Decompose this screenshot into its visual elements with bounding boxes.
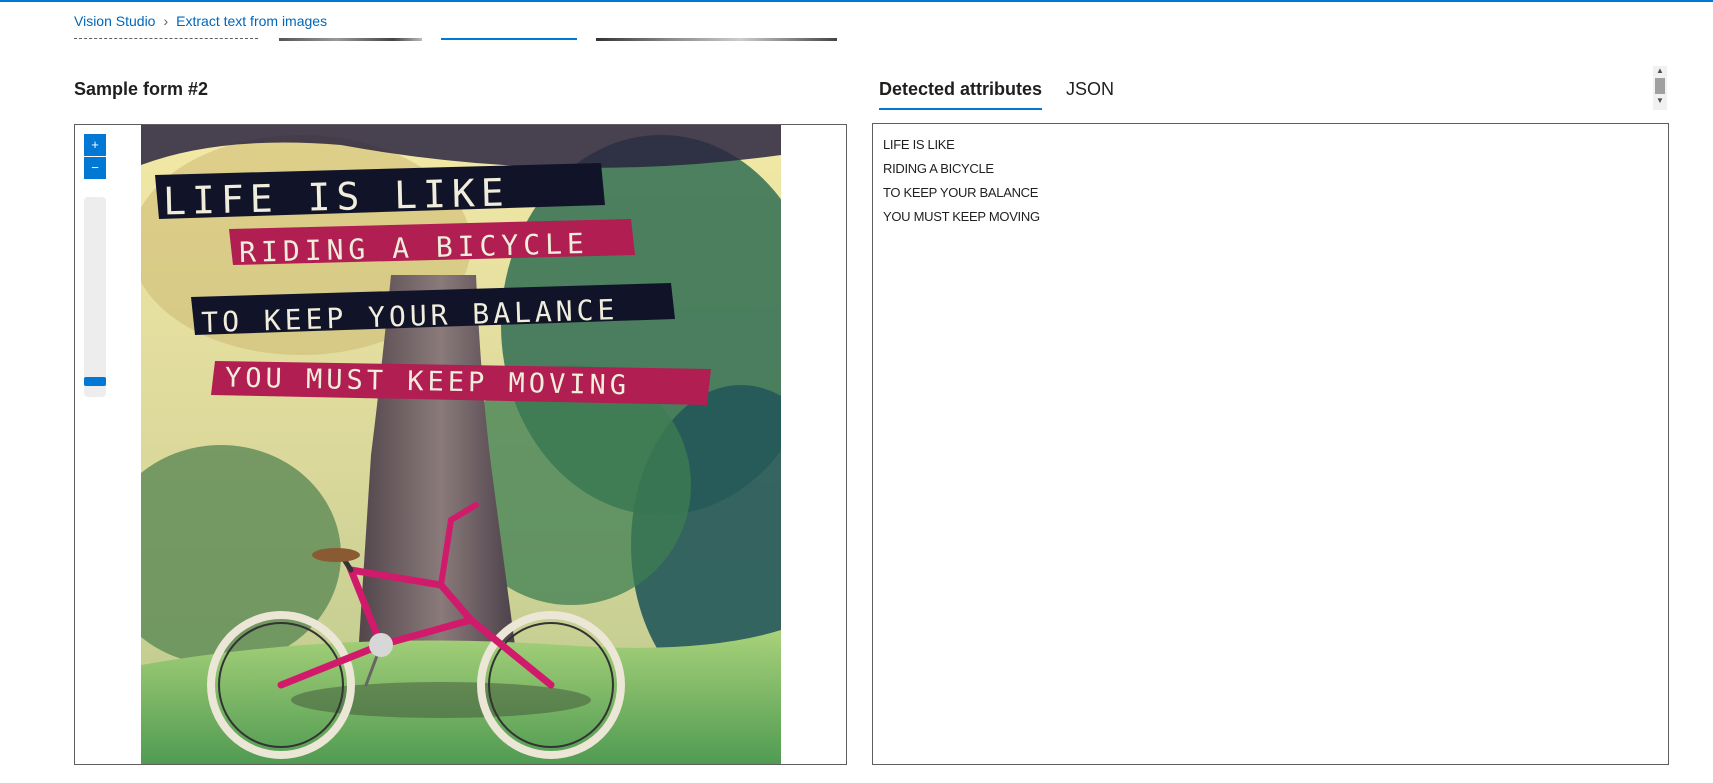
sample-title: Sample form #2 xyxy=(74,79,209,99)
tab-detected-attributes[interactable]: Detected attributes xyxy=(879,79,1043,110)
ocr-text-line-1: LIFE IS LIKE xyxy=(163,170,511,223)
breadcrumb-vision-studio[interactable]: Vision Studio xyxy=(74,13,155,29)
scroll-up-icon[interactable]: ▲ xyxy=(1653,66,1667,76)
scrollbar-thumb[interactable] xyxy=(1655,78,1665,94)
zoom-slider-handle[interactable] xyxy=(84,377,106,386)
sample-thumbnail-2[interactable] xyxy=(279,38,422,41)
sample-thumbnail-1[interactable] xyxy=(74,38,258,42)
tab-scrollbar[interactable]: ▲ ▼ xyxy=(1653,66,1667,110)
sample-thumbnail-4[interactable] xyxy=(596,38,837,41)
result-tabs: Detected attributes JSON xyxy=(879,79,1138,110)
sample-thumbnail-3[interactable] xyxy=(441,38,577,40)
detected-line: RIDING A BICYCLE xyxy=(883,161,994,176)
sample-thumbnail-strip xyxy=(0,38,900,42)
zoom-in-button[interactable]: + xyxy=(84,134,106,156)
detected-attributes-panel: LIFE IS LIKE RIDING A BICYCLE TO KEEP YO… xyxy=(872,123,1669,765)
top-accent-bar xyxy=(0,0,1713,2)
zoom-out-button[interactable]: − xyxy=(84,157,106,179)
detected-line: LIFE IS LIKE xyxy=(883,137,955,152)
detected-line: TO KEEP YOUR BALANCE xyxy=(883,185,1039,200)
scroll-down-icon[interactable]: ▼ xyxy=(1653,96,1667,106)
tab-json[interactable]: JSON xyxy=(1066,79,1114,110)
detected-line: YOU MUST KEEP MOVING xyxy=(883,209,1040,224)
zoom-controls: + − xyxy=(84,134,106,397)
image-viewer: + − LIFE IS LIKE RIDING A BICYCLE TO KEE… xyxy=(74,124,847,765)
sample-image-svg: LIFE IS LIKE RIDING A BICYCLE TO KEEP YO… xyxy=(141,125,781,764)
zoom-slider[interactable] xyxy=(84,197,106,397)
sample-image: LIFE IS LIKE RIDING A BICYCLE TO KEEP YO… xyxy=(141,125,781,764)
breadcrumb-extract-text[interactable]: Extract text from images xyxy=(176,13,327,29)
chevron-right-icon: › xyxy=(163,13,169,29)
breadcrumb: Vision Studio › Extract text from images xyxy=(74,13,327,29)
